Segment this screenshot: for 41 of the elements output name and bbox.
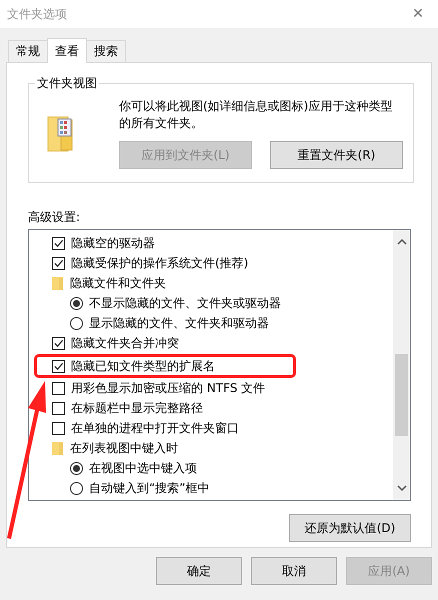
option-label[interactable]: 在标题栏中显示完整路径 bbox=[71, 400, 203, 416]
option-label[interactable]: 用彩色显示加密或压缩的 NTFS 文件 bbox=[71, 380, 266, 396]
folder-icon bbox=[52, 276, 63, 290]
checkbox[interactable] bbox=[52, 256, 65, 270]
restore-defaults-button[interactable]: 还原为默认值(D) bbox=[289, 514, 411, 542]
option-label[interactable]: 隐藏受保护的操作系统文件(推荐) bbox=[71, 254, 248, 272]
radio-button[interactable] bbox=[70, 296, 83, 310]
window-title: 文件夹选项 bbox=[7, 6, 67, 22]
checkbox[interactable] bbox=[52, 382, 65, 394]
option-label[interactable]: 自动键入到“搜索”框中 bbox=[89, 480, 210, 496]
checkbox[interactable] bbox=[52, 336, 65, 350]
radio-button[interactable] bbox=[70, 316, 83, 330]
dialog-button[interactable]: 取消 bbox=[251, 557, 337, 585]
group-title: 文件夹视图 bbox=[36, 75, 98, 92]
folder-icon bbox=[47, 116, 73, 152]
option-label[interactable]: 隐藏文件夹合并冲突 bbox=[71, 334, 179, 352]
option-label[interactable]: 不显示隐藏的文件、文件夹或驱动器 bbox=[89, 294, 281, 312]
option-label[interactable]: 隐藏已知文件类型的扩展名 bbox=[71, 358, 215, 374]
tab[interactable]: 搜索 bbox=[86, 40, 126, 62]
option-label[interactable]: 在视图中选中键入项 bbox=[89, 460, 197, 476]
radio-button[interactable] bbox=[70, 482, 83, 494]
radio-button[interactable] bbox=[70, 462, 83, 474]
checkbox[interactable] bbox=[52, 422, 65, 434]
dialog-button[interactable]: 确定 bbox=[156, 557, 242, 585]
folder-view-button[interactable]: 重置文件夹(R) bbox=[270, 141, 403, 169]
scrollbar[interactable] bbox=[393, 230, 410, 500]
section-label: 高级设置: bbox=[28, 209, 82, 226]
folder-icon bbox=[52, 442, 63, 454]
tab[interactable]: 常规 bbox=[8, 40, 48, 62]
description-text: 你可以将此视图(如详细信息或图标)应用于这种类型的所有文件夹。 bbox=[119, 98, 394, 132]
option-label[interactable]: 在单独的进程中打开文件夹窗口 bbox=[71, 420, 239, 436]
group-label: 隐藏文件和文件夹 bbox=[70, 274, 166, 292]
checkbox[interactable] bbox=[52, 402, 65, 414]
checkbox[interactable] bbox=[52, 360, 65, 372]
group-label: 在列表视图中键入时 bbox=[70, 440, 178, 456]
option-label[interactable]: 显示隐藏的文件、文件夹和驱动器 bbox=[89, 314, 269, 332]
checkbox[interactable] bbox=[52, 236, 65, 250]
option-label[interactable]: 隐藏空的驱动器 bbox=[71, 234, 155, 252]
close-button[interactable]: ✕ bbox=[398, 0, 438, 28]
tab[interactable]: 查看 bbox=[47, 38, 87, 63]
scrollbar-thumb[interactable] bbox=[395, 354, 408, 436]
